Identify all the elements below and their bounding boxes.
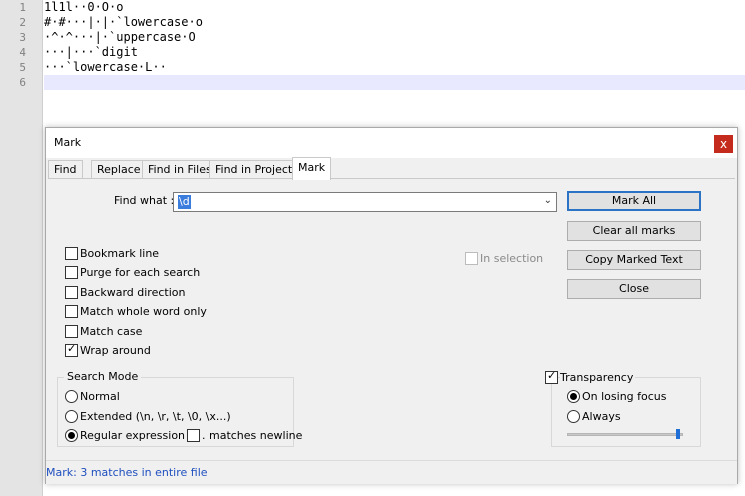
dialog-titlebar[interactable]: Mark x <box>46 128 737 158</box>
tab-replace[interactable]: Replace <box>91 160 147 179</box>
dot-matches-newline-checkbox[interactable] <box>187 429 200 442</box>
find-what-label: Find what : <box>114 194 175 207</box>
mark-dialog: Mark x Find Replace Find in Files Find i… <box>45 127 738 484</box>
line-number: 6 <box>19 76 26 89</box>
checkmark-icon: ✓ <box>67 342 77 355</box>
dialog-title: Mark <box>54 136 82 149</box>
on-losing-focus-radio[interactable] <box>567 390 580 403</box>
code-line-current[interactable] <box>44 75 745 90</box>
backward-direction-checkbox[interactable] <box>65 286 78 299</box>
line-number-gutter: 1 2 3 4 5 6 <box>0 0 43 496</box>
backward-direction-label: Backward direction <box>80 286 186 299</box>
normal-radio[interactable] <box>65 390 78 403</box>
normal-label: Normal <box>80 390 120 403</box>
purge-checkbox[interactable] <box>65 266 78 279</box>
code-line[interactable]: ···|···`digit <box>44 45 138 60</box>
line-number: 5 <box>19 61 26 74</box>
dot-matches-newline-label: . matches newline <box>202 429 303 442</box>
match-case-checkbox[interactable] <box>65 325 78 338</box>
transparency-label: Transparency <box>560 371 636 384</box>
in-selection-label: In selection <box>480 252 544 265</box>
line-number: 3 <box>19 31 26 44</box>
code-line[interactable]: #·#···|·|·`lowercase·o <box>44 15 203 30</box>
clear-all-marks-button[interactable]: Clear all marks <box>567 221 701 241</box>
close-button[interactable]: Close <box>567 279 701 299</box>
purge-label: Purge for each search <box>80 266 201 279</box>
whole-word-label: Match whole word only <box>80 305 207 318</box>
line-number: 1 <box>19 1 26 14</box>
code-line[interactable]: ·^·^···|·`uppercase·O <box>44 30 196 45</box>
whole-word-checkbox[interactable] <box>65 305 78 318</box>
chevron-down-icon[interactable]: ⌄ <box>544 195 552 206</box>
bookmark-line-label: Bookmark line <box>80 247 160 260</box>
match-case-label: Match case <box>80 325 143 338</box>
transparency-slider[interactable] <box>567 433 683 436</box>
copy-marked-text-button[interactable]: Copy Marked Text <box>567 250 701 270</box>
bookmark-line-checkbox[interactable] <box>65 247 78 260</box>
tab-find-in-files[interactable]: Find in Files <box>142 160 218 179</box>
tab-mark[interactable]: Mark <box>292 157 332 180</box>
extended-radio[interactable] <box>65 410 78 423</box>
mark-all-button[interactable]: Mark All <box>567 191 701 211</box>
code-line[interactable]: 1l1l··0·O·o <box>44 0 123 15</box>
status-bar: Mark: 3 matches in entire file <box>46 460 737 484</box>
line-number: 2 <box>19 16 26 29</box>
wrap-around-label: Wrap around <box>80 344 151 357</box>
code-line[interactable]: ···`lowercase·L·· <box>44 60 167 75</box>
search-mode-title: Search Mode <box>64 370 142 383</box>
extended-label: Extended (\n, \r, \t, \0, \x...) <box>80 410 231 423</box>
transparency-checkbox[interactable]: ✓ <box>545 369 558 384</box>
find-what-input[interactable]: \d ⌄ <box>173 192 557 212</box>
checkmark-icon: ✓ <box>547 369 557 382</box>
regex-label: Regular expression <box>80 429 186 442</box>
line-number: 4 <box>19 46 26 59</box>
close-icon[interactable]: x <box>714 135 733 153</box>
tab-find[interactable]: Find <box>48 160 83 179</box>
transparency-slider-thumb[interactable] <box>675 429 680 439</box>
status-message: Mark: 3 matches in entire file <box>46 466 208 479</box>
regex-radio[interactable] <box>65 429 78 442</box>
wrap-around-checkbox[interactable]: ✓ <box>65 342 78 357</box>
on-losing-focus-label: On losing focus <box>582 390 667 403</box>
tab-find-in-projects[interactable]: Find in Projects <box>209 160 304 179</box>
always-radio[interactable] <box>567 410 580 423</box>
find-what-value: \d <box>178 195 191 209</box>
always-label: Always <box>582 410 621 423</box>
in-selection-checkbox[interactable] <box>465 252 478 265</box>
